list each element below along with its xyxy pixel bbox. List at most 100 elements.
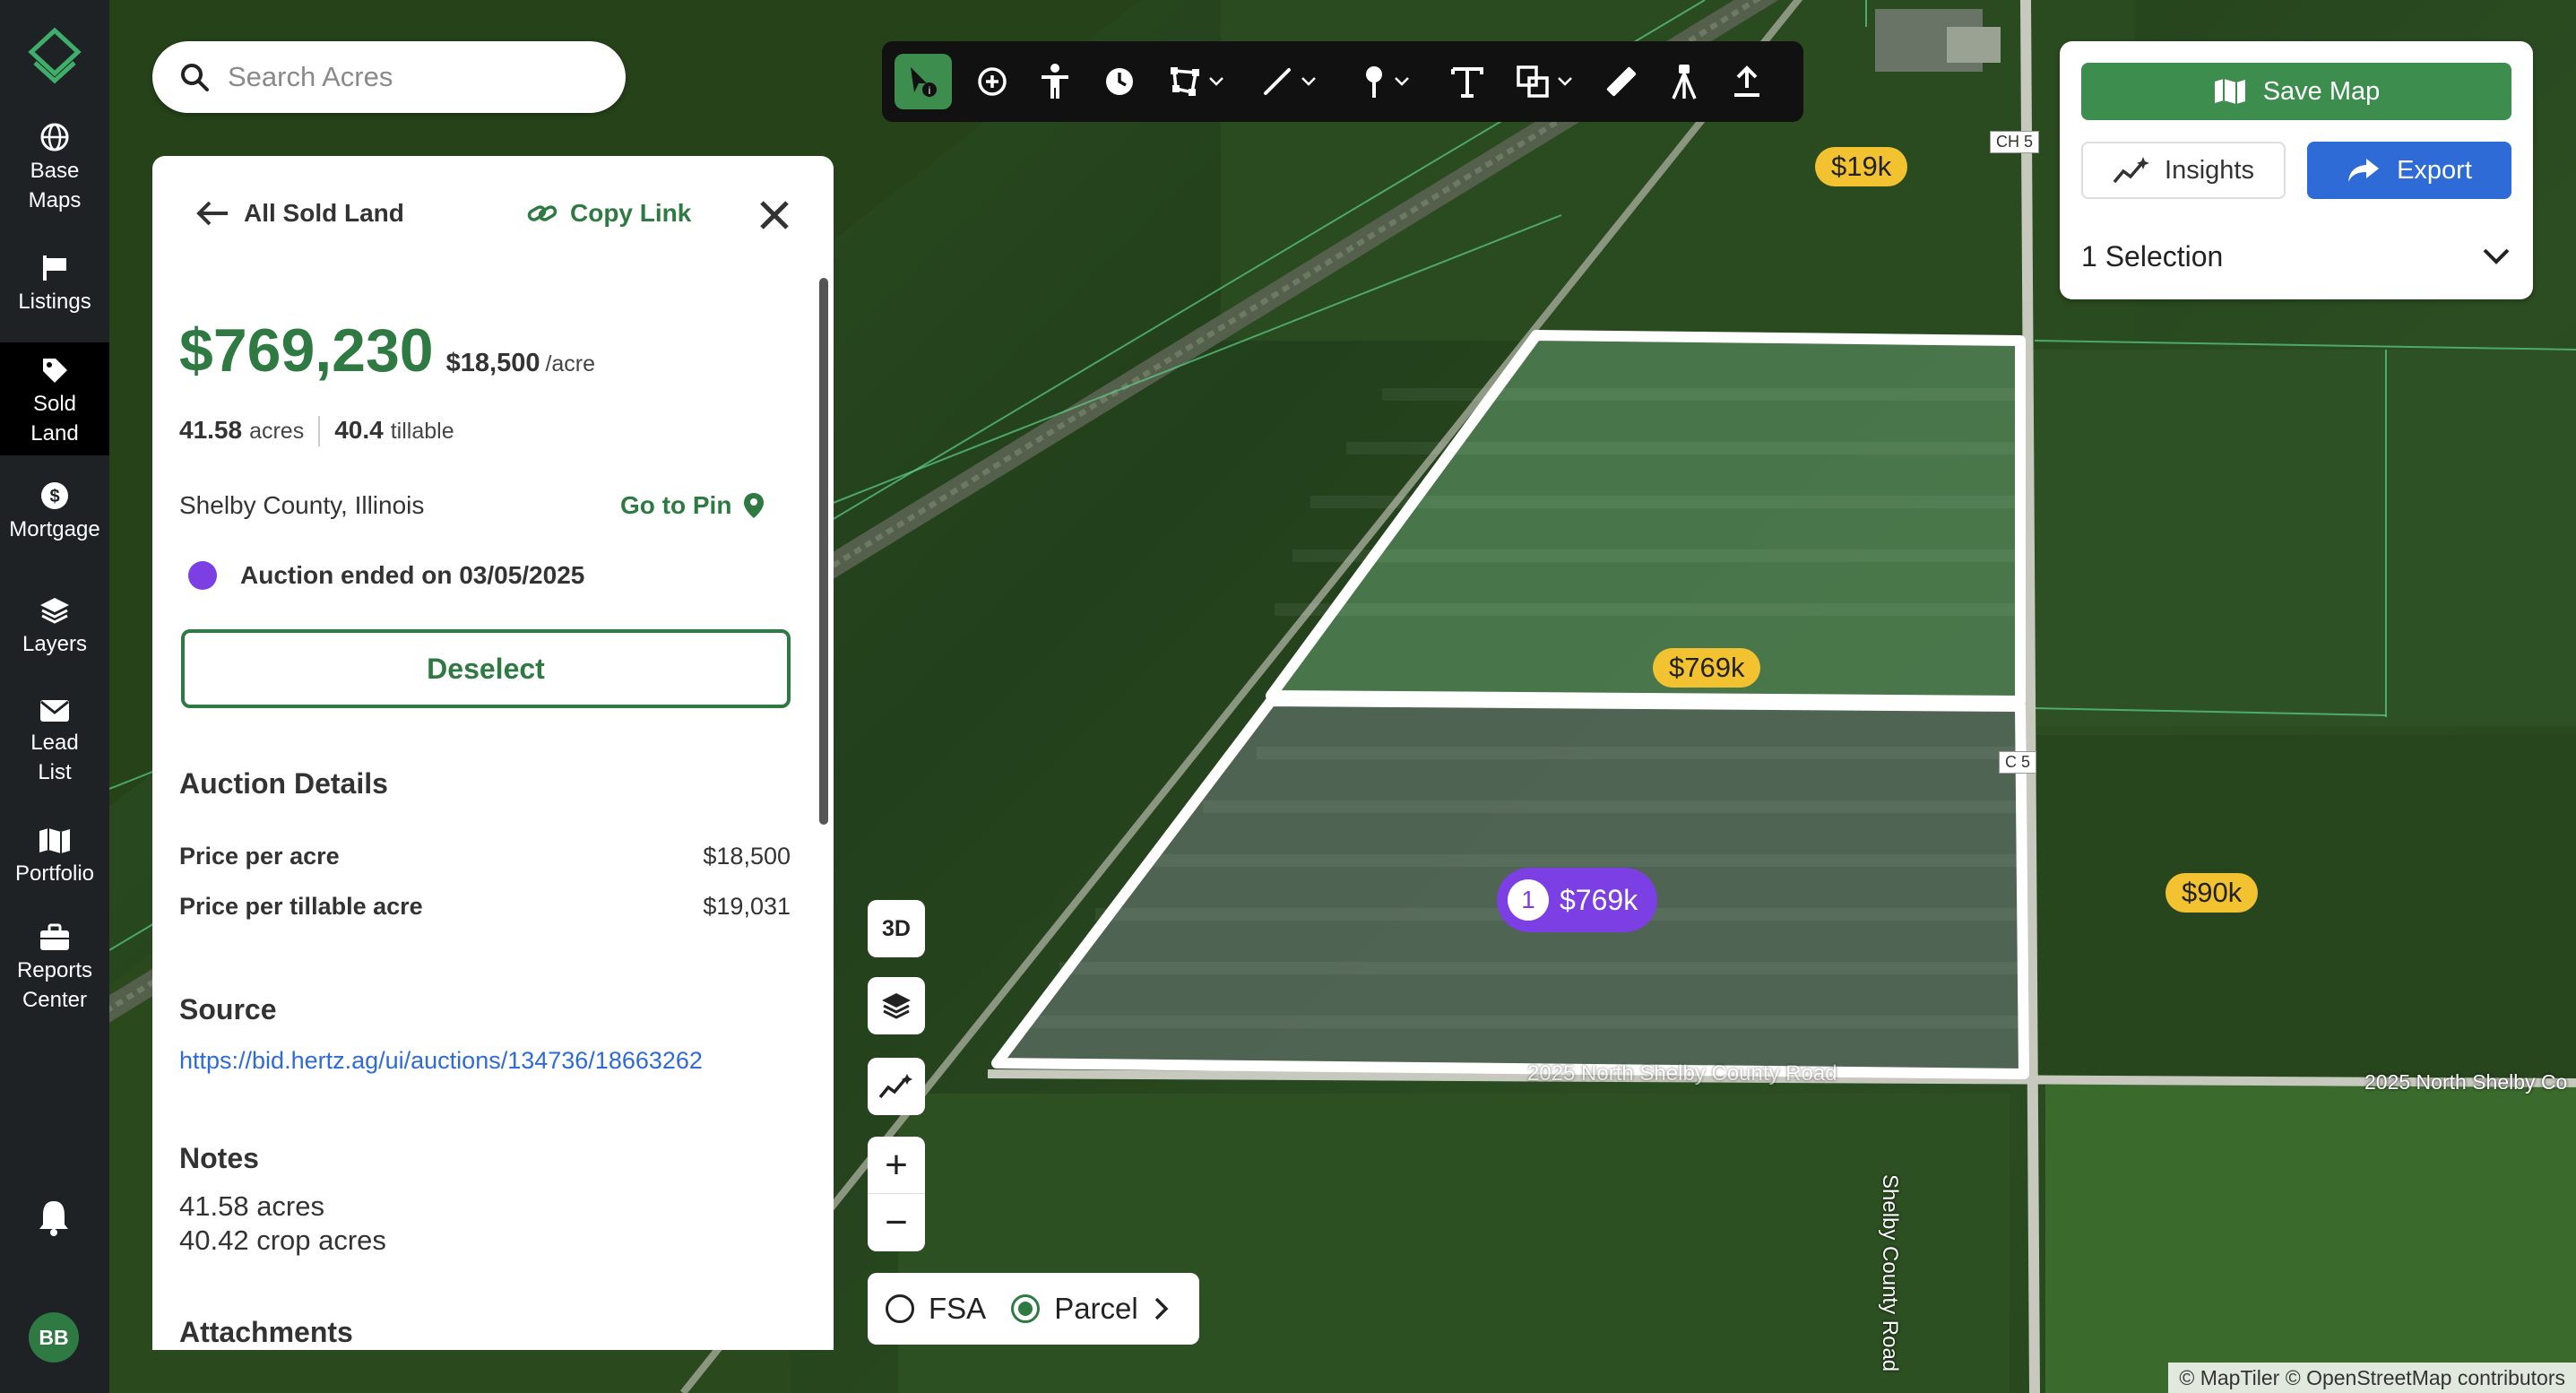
upload-icon	[1734, 65, 1759, 97]
nav-label: Lead List	[30, 731, 79, 784]
polygon-tool[interactable]	[1156, 54, 1237, 109]
accessibility-tool[interactable]	[1029, 54, 1081, 109]
bell-icon	[39, 1201, 68, 1236]
insights-button[interactable]: Insights	[2081, 142, 2286, 199]
nav-label: Mortgage	[9, 517, 100, 541]
detail-row: Price per acre $18,500	[179, 843, 791, 870]
nav-mortgage[interactable]: $ Mortgage	[0, 480, 109, 561]
notes-title: Notes	[179, 1142, 259, 1174]
app-logo[interactable]	[26, 27, 83, 92]
export-button[interactable]: Export	[2307, 142, 2511, 199]
attachments-title: Attachments	[179, 1316, 353, 1348]
search-icon	[181, 64, 209, 91]
map-icon	[39, 828, 70, 853]
nav-label: Listings	[18, 290, 91, 314]
close-button[interactable]	[758, 199, 791, 236]
nav-lead-list[interactable]: Lead List	[0, 697, 109, 805]
deselect-label: Deselect	[427, 652, 545, 685]
acreage-row: 41.58 acres 40.4 tillable	[179, 416, 454, 446]
zoom-out-button[interactable]: −	[868, 1194, 925, 1251]
nav-label: Reports Center	[16, 958, 93, 1012]
auction-status: Auction ended on 03/05/2025	[188, 561, 584, 590]
selection-label: 1 Selection	[2081, 239, 2224, 273]
price-row: $769,230 $18,500 /acre	[179, 316, 595, 385]
radio-unchecked	[886, 1294, 914, 1323]
map-insights-button[interactable]	[868, 1058, 925, 1115]
property-detail-panel: All Sold Land Copy Link $769,230 $18,500…	[152, 156, 834, 1350]
nav-label: Sold Land	[30, 392, 79, 446]
add-circle-icon	[978, 67, 1007, 96]
road-shield: C 5	[1999, 751, 2037, 774]
measure-tool[interactable]	[1595, 54, 1647, 109]
panel-scrollbar[interactable]	[819, 278, 828, 825]
nav-sold-land[interactable]: Sold Land	[0, 342, 109, 455]
layers-button[interactable]	[868, 977, 925, 1034]
share-arrow-icon	[2348, 159, 2380, 182]
back-link[interactable]: All Sold Land	[195, 199, 404, 228]
nav-listings[interactable]: Listings	[0, 253, 109, 333]
left-nav: Base Maps Listings Sold Land $ Mortgage …	[0, 0, 109, 1393]
save-map-label: Save Map	[2262, 76, 2381, 106]
map-actions-panel: Save Map Insights Export 1 Selection	[2060, 41, 2533, 299]
chevron-right-icon[interactable]	[1153, 1295, 1171, 1322]
zoom-in-button[interactable]: +	[868, 1137, 925, 1194]
acres-unit: acres	[249, 419, 305, 444]
polygon-icon	[1171, 67, 1199, 96]
fsa-radio[interactable]: FSA	[886, 1292, 986, 1326]
nav-portfolio[interactable]: Portfolio	[0, 826, 109, 907]
pin-tool[interactable]	[1346, 54, 1425, 109]
layers-icon	[882, 993, 911, 1019]
copy-link-button[interactable]: Copy Link	[527, 199, 691, 228]
sale-price: $769,230	[179, 316, 434, 385]
radio-checked	[1011, 1294, 1041, 1323]
insights-sparkle-icon	[878, 1074, 912, 1099]
globe-icon	[40, 123, 69, 151]
price-tag[interactable]: $19k	[1815, 147, 1908, 186]
person-icon	[1042, 64, 1068, 99]
price-tag[interactable]: $90k	[2165, 873, 2259, 913]
go-to-pin-button[interactable]: Go to Pin	[620, 491, 765, 520]
deselect-button[interactable]: Deselect	[181, 629, 791, 708]
nav-label: Base Maps	[28, 159, 82, 212]
pin-icon	[1366, 66, 1382, 98]
boundary-toggle: FSA Parcel	[868, 1273, 1199, 1345]
source-link[interactable]: https://bid.hertz.ag/ui/auctions/134736/…	[179, 1047, 703, 1075]
acres-value: 41.58	[179, 416, 243, 444]
search-bar[interactable]	[152, 41, 626, 113]
divider	[318, 416, 321, 446]
chevron-down-icon	[2483, 248, 2510, 264]
text-tool[interactable]	[1441, 54, 1493, 109]
nav-layers[interactable]: Layers	[0, 595, 109, 676]
price-tag[interactable]: $769k	[1653, 648, 1761, 688]
upload-tool[interactable]	[1721, 54, 1773, 109]
export-label: Export	[2397, 155, 2472, 185]
close-icon	[760, 201, 789, 229]
shapes-tool[interactable]	[1504, 54, 1585, 109]
location: Shelby County, Illinois	[179, 491, 425, 519]
layers-icon	[40, 598, 69, 624]
add-point-tool[interactable]	[966, 54, 1018, 109]
nav-base-maps[interactable]: Base Maps	[0, 122, 109, 229]
link-icon	[527, 205, 558, 221]
parcel-radio[interactable]: Parcel	[1011, 1292, 1138, 1326]
save-map-button[interactable]: Save Map	[2081, 63, 2511, 120]
survey-tool[interactable]	[1658, 54, 1710, 109]
search-input[interactable]	[226, 60, 584, 94]
selected-parcel-tag[interactable]: 1 $769k	[1497, 868, 1658, 932]
copy-link-label: Copy Link	[570, 199, 692, 227]
detail-value: $18,500	[703, 843, 791, 870]
avatar[interactable]: BB	[29, 1312, 79, 1363]
toggle-3d-button[interactable]: 3D	[868, 900, 925, 957]
history-tool[interactable]	[1094, 54, 1145, 109]
line-tool[interactable]	[1249, 54, 1328, 109]
ruler-icon	[1606, 66, 1637, 97]
detail-row: Price per tillable acre $19,031	[179, 893, 791, 921]
svg-text:i: i	[929, 84, 931, 97]
dollar-circle-icon: $	[41, 482, 68, 509]
selection-dropdown[interactable]: 1 Selection	[2081, 229, 2511, 283]
status-dot	[188, 561, 217, 590]
select-info-tool[interactable]: i	[895, 54, 952, 109]
nav-reports-center[interactable]: Reports Center	[0, 923, 109, 1031]
briefcase-icon	[40, 923, 69, 950]
notifications-button[interactable]	[36, 1198, 72, 1242]
